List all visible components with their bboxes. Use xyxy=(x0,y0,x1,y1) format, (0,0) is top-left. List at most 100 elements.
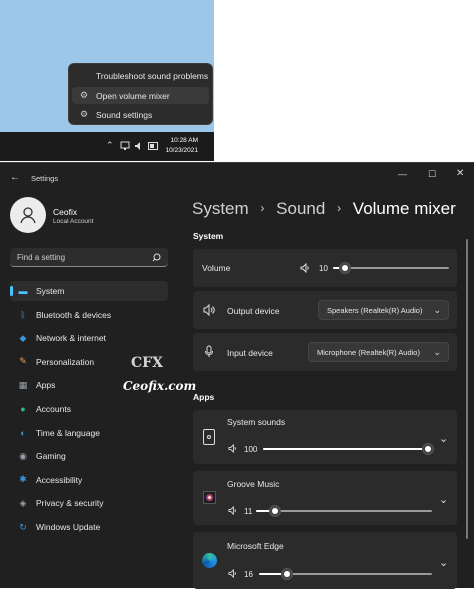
app-name: Microsoft Edge xyxy=(227,541,284,551)
volume-value: 10 xyxy=(319,264,328,273)
sidebar-item-label: Privacy & security xyxy=(36,498,104,509)
sidebar-item-bluetooth-devices[interactable]: ᛒ Bluetooth & devices xyxy=(10,305,168,325)
groove-music-icon xyxy=(203,491,216,504)
sidebar-item-label: Bluetooth & devices xyxy=(36,309,112,320)
input-device-label: Input device xyxy=(227,348,273,358)
volume-card: Volume 10 xyxy=(193,249,457,287)
chevron-down-icon: ⌄ xyxy=(433,347,441,357)
sidebar-item-accessibility[interactable]: ✱ Accessibility xyxy=(10,470,168,490)
minimize-icon[interactable]: — xyxy=(398,169,407,179)
slider-thumb[interactable] xyxy=(338,262,351,274)
maximize-icon[interactable]: ☐ xyxy=(428,169,436,180)
gamepad-icon: ◉ xyxy=(19,450,27,461)
speaker-icon[interactable] xyxy=(228,569,237,578)
shield-icon: ◈ xyxy=(19,497,27,508)
input-device-dropdown[interactable]: Microphone (Realtek(R) Audio) ⌄ xyxy=(308,342,449,362)
slider-thumb[interactable] xyxy=(269,505,282,517)
wifi-icon: ◆ xyxy=(19,332,27,343)
speaker-icon[interactable] xyxy=(228,444,237,453)
input-device-card: Input device Microphone (Realtek(R) Audi… xyxy=(193,333,457,371)
sidebar-item-system[interactable]: ▬ System xyxy=(10,281,168,301)
output-device-value: Speakers (Realtek(R) Audio) xyxy=(327,305,423,315)
page-title: Volume mixer xyxy=(352,199,456,218)
taskbar: ⌃ 10:28 AM 10/23/2021 xyxy=(0,132,214,161)
sidebar-item-privacy-security[interactable]: ◈ Privacy & security xyxy=(10,493,168,513)
speaker-device-icon xyxy=(203,429,215,445)
account-type: Local Account xyxy=(53,218,94,225)
section-heading-apps: Apps xyxy=(193,392,215,402)
watermark-logo: CFX xyxy=(131,355,163,371)
avatar[interactable] xyxy=(10,197,46,233)
volume-label: Volume xyxy=(202,263,231,273)
chevron-down-icon[interactable]: ⌄ xyxy=(439,556,448,569)
bluetooth-icon: ᛒ xyxy=(20,309,26,320)
sidebar-item-label: Time & language xyxy=(36,427,100,438)
breadcrumb-sound[interactable]: Sound xyxy=(276,199,325,218)
close-icon[interactable]: ✕ xyxy=(456,168,464,179)
clock[interactable]: 10:28 AM 10/23/2021 xyxy=(154,136,198,156)
accessibility-icon: ✱ xyxy=(19,474,27,485)
sidebar-item-time-language[interactable]: ◐ Time & language xyxy=(10,423,168,443)
sidebar-item-label: Personalization xyxy=(36,356,95,367)
slider-track[interactable] xyxy=(256,510,432,512)
sidebar-item-label: Accounts xyxy=(36,404,71,414)
output-device-card: Output device Speakers (Realtek(R) Audio… xyxy=(193,291,457,329)
edge-icon xyxy=(202,553,217,568)
volume-context-menu: Troubleshoot sound problems ⚙ Open volum… xyxy=(68,63,213,125)
slider-thumb[interactable] xyxy=(422,443,434,455)
search-box[interactable]: Find a setting xyxy=(10,248,168,267)
breadcrumb-system[interactable]: System xyxy=(192,199,249,218)
app-card-system-sounds: System sounds 100 ⌄ xyxy=(193,410,457,464)
chevron-right-icon: › xyxy=(337,201,342,215)
watermark-text: Ceofix.com xyxy=(123,379,197,393)
section-heading-system: System xyxy=(193,231,224,241)
sidebar-item-label: Network & internet xyxy=(36,333,106,344)
scrollbar[interactable] xyxy=(466,239,468,539)
person-icon xyxy=(20,207,36,224)
input-device-value: Microphone (Realtek(R) Audio) xyxy=(317,347,420,357)
slider-fill xyxy=(263,448,428,450)
microphone-icon xyxy=(205,345,213,357)
menu-item-sound-settings[interactable]: ⚙ Sound settings xyxy=(72,106,209,123)
app-name: Groove Music xyxy=(227,479,280,489)
search-icon[interactable] xyxy=(152,253,161,262)
output-device-dropdown[interactable]: Speakers (Realtek(R) Audio) ⌄ xyxy=(318,300,449,320)
menu-item-label: Open volume mixer xyxy=(96,90,170,101)
sidebar-item-windows-update[interactable]: ↻ Windows Update xyxy=(10,517,168,537)
speaker-icon[interactable] xyxy=(228,506,237,515)
sidebar-item-label: System xyxy=(36,286,65,296)
app-name: System sounds xyxy=(227,417,286,427)
gear-icon: ⚙ xyxy=(79,109,89,119)
person-icon: ● xyxy=(20,404,26,414)
back-arrow-icon[interactable]: ← xyxy=(10,172,20,183)
brush-icon: ✎ xyxy=(19,356,27,367)
sidebar-item-network-internet[interactable]: ◆ Network & internet xyxy=(10,328,168,348)
search-placeholder: Find a setting xyxy=(17,253,66,262)
menu-item-label: Sound settings xyxy=(96,109,153,120)
menu-item-open-volume-mixer[interactable]: ⚙ Open volume mixer xyxy=(72,87,209,104)
sidebar-item-gaming[interactable]: ◉ Gaming xyxy=(10,446,168,466)
update-icon: ↻ xyxy=(19,521,27,532)
app-volume-value: 11 xyxy=(244,507,253,516)
settings-window: ← Settings — ☐ ✕ Ceofix Local Account Fi… xyxy=(0,162,474,589)
speaker-icon[interactable] xyxy=(300,263,310,273)
selection-indicator xyxy=(10,286,13,296)
speaker-icon[interactable] xyxy=(134,141,144,151)
network-icon[interactable] xyxy=(120,141,130,151)
menu-item-troubleshoot[interactable]: Troubleshoot sound problems xyxy=(72,67,209,84)
chevron-down-icon[interactable]: ⌄ xyxy=(439,432,448,445)
sidebar-item-label: Gaming xyxy=(36,451,66,462)
window-title: Settings xyxy=(31,174,59,183)
display-icon: ▬ xyxy=(18,286,28,296)
sidebar-item-label: Windows Update xyxy=(36,522,101,532)
menu-item-label: Troubleshoot sound problems xyxy=(96,70,209,81)
app-volume-value: 16 xyxy=(244,570,253,579)
chevron-up-icon[interactable]: ⌃ xyxy=(106,140,114,151)
sidebar-item-label: Apps xyxy=(36,380,56,391)
chevron-down-icon[interactable]: ⌄ xyxy=(439,493,448,506)
sidebar-item-accounts[interactable]: ● Accounts xyxy=(10,399,168,419)
breadcrumb: System › Sound › Volume mixer xyxy=(192,199,456,219)
app-card-groove-music: Groove Music 11 ⌄ xyxy=(193,471,457,525)
slider-thumb[interactable] xyxy=(280,568,293,580)
output-device-label: Output device xyxy=(227,306,280,316)
